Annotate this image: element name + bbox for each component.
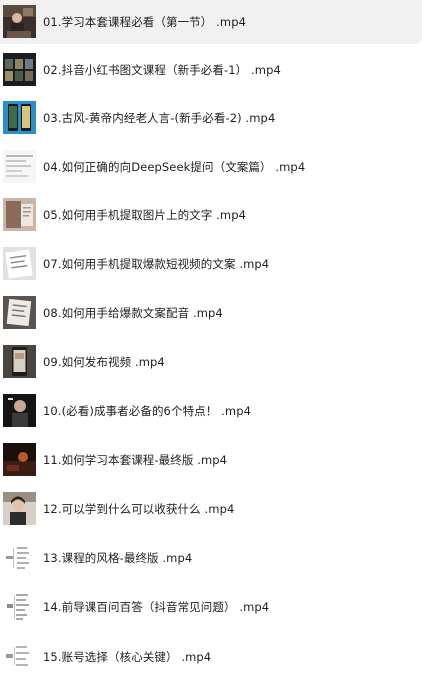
file-row[interactable]: 07.如何用手机提取爆款短视频的文案 .mp4: [0, 242, 422, 286]
file-name: 08.如何用手给爆款文案配音 .mp4: [43, 306, 223, 320]
file-name: 05.如何用手机提取图片上的文字 .mp4: [43, 208, 247, 222]
video-thumb-dark-scene-icon: [3, 443, 36, 476]
file-name: 09.如何发布视频 .mp4: [43, 355, 165, 369]
video-thumb-phone-icon: [3, 345, 36, 378]
video-thumb-mindmap-icon: [3, 590, 36, 623]
file-name: 10.(必看)成事者必备的6个特点！ .mp4: [43, 404, 252, 418]
file-name: 12.可以学到什么可以收获什么 .mp4: [43, 502, 235, 516]
video-thumb-paper-dark-icon: [3, 296, 36, 329]
video-thumb-woman-icon: [3, 492, 36, 525]
file-name: 11.如何学习本套课程-最终版 .mp4: [43, 453, 228, 467]
video-thumb-phone-screens-icon: [3, 101, 36, 134]
file-row[interactable]: 15.账号选择（核心关键） .mp4: [0, 635, 422, 679]
file-row[interactable]: 13.课程的风格-最终版 .mp4: [0, 536, 422, 580]
file-row[interactable]: 05.如何用手机提取图片上的文字 .mp4: [0, 193, 422, 237]
video-thumb-lecturer-icon: [3, 5, 36, 38]
file-row[interactable]: 14.前导课百问百答（抖音常见问题） .mp4: [0, 585, 422, 629]
file-list: 01.学习本套课程必看（第一节） .mp4 02.抖音小红书图文课程（新手必看-…: [0, 0, 422, 680]
file-row[interactable]: 08.如何用手给爆款文案配音 .mp4: [0, 291, 422, 335]
file-row[interactable]: 10.(必看)成事者必备的6个特点！ .mp4: [0, 389, 422, 433]
file-name: 15.账号选择（核心关键） .mp4: [43, 650, 212, 664]
file-row[interactable]: 02.抖音小红书图文课程（新手必看-1） .mp4: [0, 48, 422, 92]
file-name: 02.抖音小红书图文课程（新手必看-1） .mp4: [43, 63, 281, 77]
file-name: 14.前导课百问百答（抖音常见问题） .mp4: [43, 600, 270, 614]
video-thumb-mindmap-icon: [3, 541, 36, 574]
video-thumb-paper-icon: [3, 247, 36, 280]
file-name: 04.如何正确的向DeepSeek提问（文案篇） .mp4: [43, 160, 306, 174]
file-name: 03.古风-黄帝内经老人言-(新手必看-2) .mp4: [43, 111, 276, 125]
video-thumb-portrait-dark-icon: [3, 394, 36, 427]
file-name: 13.课程的风格-最终版 .mp4: [43, 551, 193, 565]
video-thumb-dark-grid-icon: [3, 53, 36, 86]
video-thumb-photo-hand-icon: [3, 198, 36, 231]
file-row[interactable]: 11.如何学习本套课程-最终版 .mp4: [0, 438, 422, 482]
file-row[interactable]: 09.如何发布视频 .mp4: [0, 340, 422, 384]
file-name: 07.如何用手机提取爆款短视频的文案 .mp4: [43, 257, 270, 271]
file-row[interactable]: 03.古风-黄帝内经老人言-(新手必看-2) .mp4: [0, 96, 422, 140]
file-row[interactable]: 12.可以学到什么可以收获什么 .mp4: [0, 487, 422, 531]
file-row[interactable]: 01.学习本套课程必看（第一节） .mp4: [0, 0, 422, 44]
file-row[interactable]: 04.如何正确的向DeepSeek提问（文案篇） .mp4: [0, 145, 422, 189]
video-thumb-mindmap-icon: [3, 640, 36, 673]
video-thumb-document-icon: [3, 150, 36, 183]
file-name: 01.学习本套课程必看（第一节） .mp4: [43, 15, 247, 29]
